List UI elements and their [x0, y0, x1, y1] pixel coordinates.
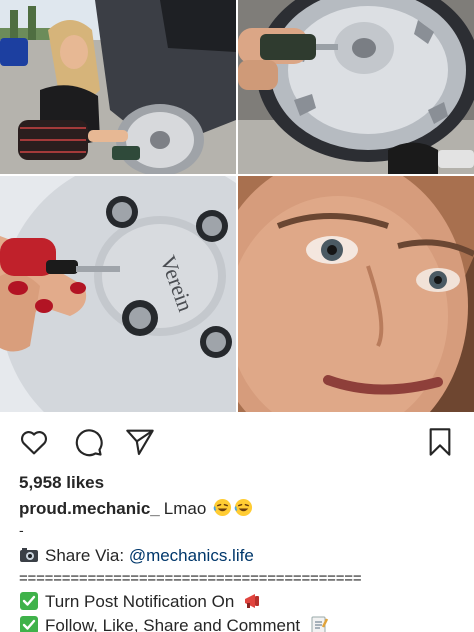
- comment-button[interactable]: [70, 424, 106, 460]
- memo-emoji-icon: [311, 616, 328, 632]
- photo-screwdriver-on-wheel: [238, 0, 474, 174]
- separator-line: ========================================: [19, 570, 362, 587]
- megaphone-emoji-icon: [245, 594, 260, 608]
- caption-dash: -: [19, 522, 24, 538]
- instagram-post: Verein 5,958 likes proud.mechanic_ Lmao …: [0, 0, 474, 632]
- share-button[interactable]: [122, 424, 158, 460]
- save-button[interactable]: [422, 424, 458, 460]
- check-mark-icon: [20, 592, 38, 610]
- bookmark-icon: [429, 428, 451, 456]
- likes-count[interactable]: 5,958 likes: [19, 470, 469, 496]
- photo-face-closeup: [238, 176, 474, 412]
- post-action-bar: [0, 420, 474, 464]
- comment-bubble-icon: [75, 429, 103, 457]
- post-username[interactable]: proud.mechanic_: [19, 499, 160, 518]
- photo-woman-at-car-wheel: [0, 0, 236, 174]
- laughing-emoji-icon: [213, 498, 232, 517]
- share-via-line: Share Via: @mechanics.life: [19, 544, 469, 568]
- follow-text: Follow, Like, Share and Comment: [45, 616, 301, 632]
- share-via-label: Share Via:: [45, 546, 125, 565]
- follow-line: Follow, Like, Share and Comment: [19, 614, 469, 632]
- camera-emoji-icon: [20, 548, 38, 562]
- check-mark-icon: [20, 616, 38, 632]
- like-button[interactable]: [16, 424, 52, 460]
- photo-closeup-lug-nut: Verein: [0, 176, 236, 412]
- laughing-emoji-icon: [234, 498, 253, 517]
- notify-line: Turn Post Notification On: [19, 590, 469, 614]
- caption-text: Lmao: [163, 499, 207, 518]
- post-photo-collage[interactable]: Verein: [0, 0, 474, 412]
- paper-plane-icon: [126, 429, 154, 456]
- heart-icon: [20, 431, 48, 455]
- caption: proud.mechanic_ Lmao: [19, 496, 469, 522]
- post-text-block: 5,958 likes proud.mechanic_ Lmao - Share…: [19, 470, 469, 632]
- notify-text: Turn Post Notification On: [45, 592, 235, 611]
- share-handle-link[interactable]: @mechanics.life: [129, 546, 254, 565]
